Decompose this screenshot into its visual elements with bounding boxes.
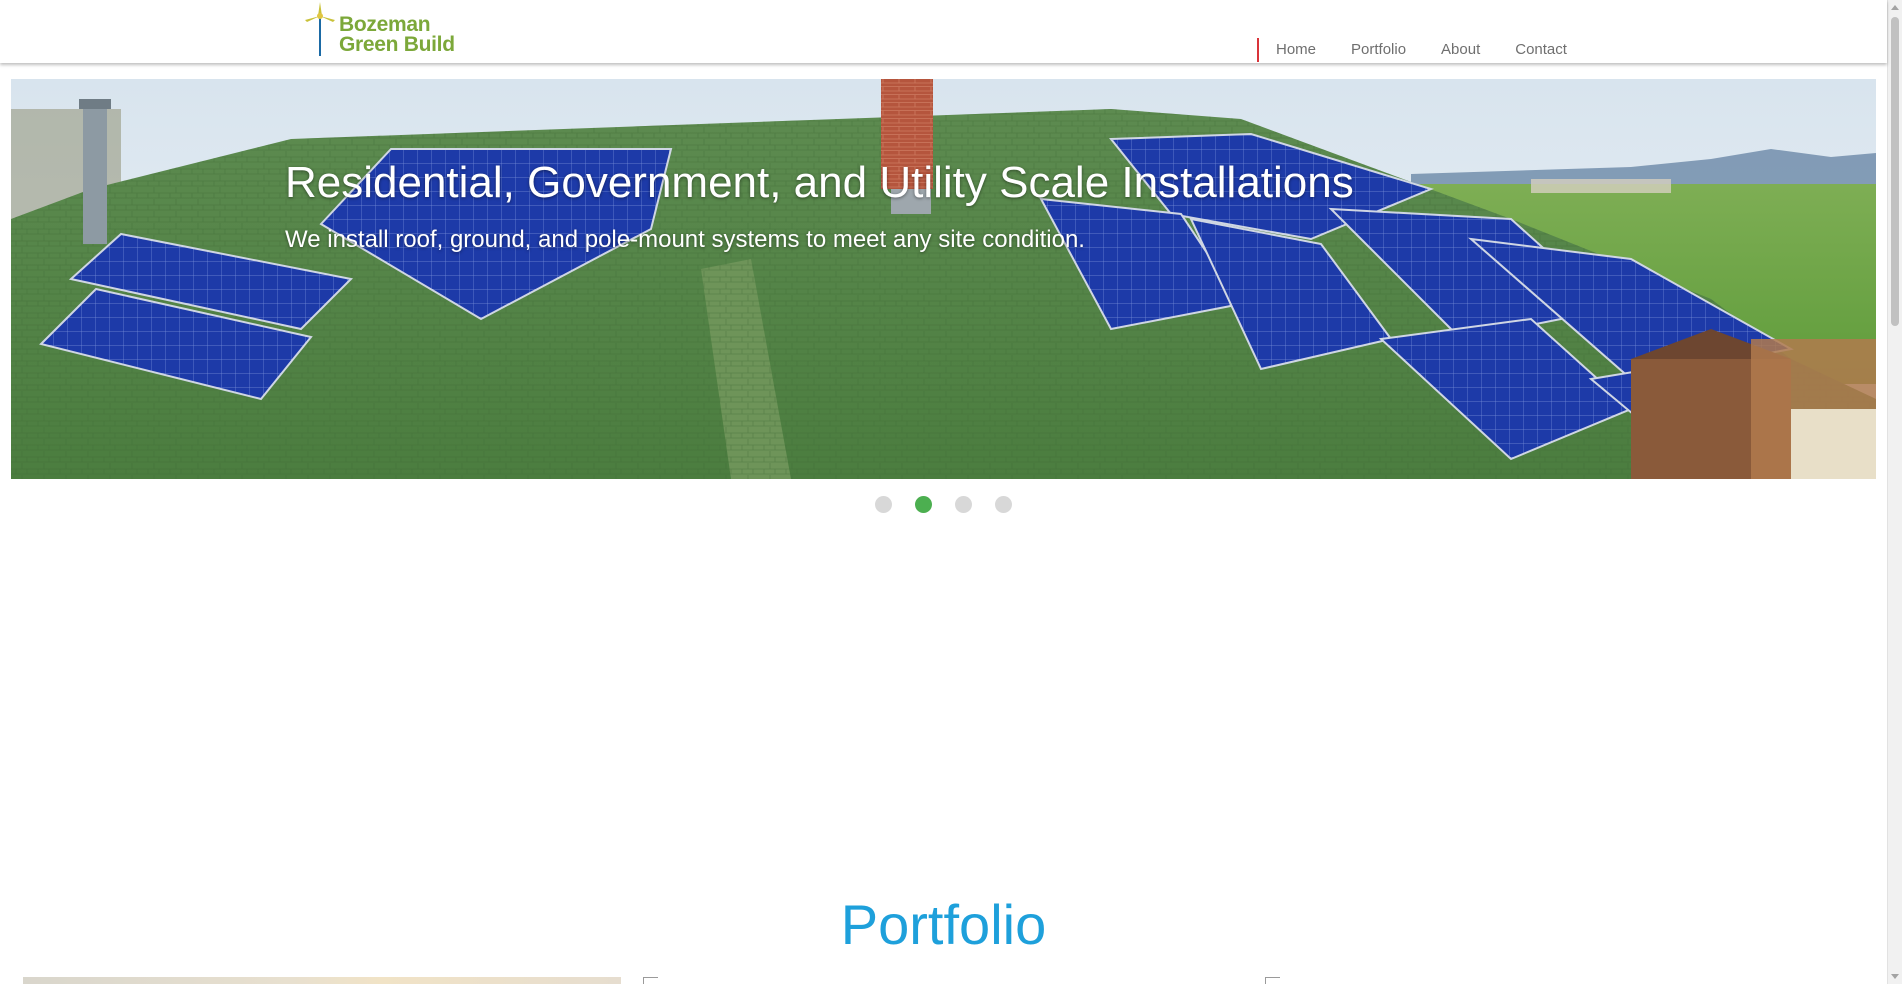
hero-title: Residential, Government, and Utility Sca… <box>285 158 1354 207</box>
scroll-thumb[interactable] <box>1891 17 1899 326</box>
logo[interactable]: Bozeman Green Build <box>303 2 463 56</box>
hero-slider[interactable]: Residential, Government, and Utility Sca… <box>11 79 1876 479</box>
portfolio-image-3[interactable] <box>1265 977 1280 984</box>
logo-line-2: Green Build <box>339 33 455 56</box>
slider-dot-2[interactable] <box>915 496 932 513</box>
logo-line-1: Bozeman <box>339 13 431 36</box>
wind-turbine-icon <box>305 2 335 56</box>
main-nav: Home Portfolio About Contact <box>1257 37 1567 62</box>
scroll-up-arrow-icon[interactable] <box>1891 5 1899 10</box>
portfolio-image-2[interactable] <box>643 977 658 984</box>
portfolio-image-1[interactable] <box>23 977 621 984</box>
logo-text: Bozeman Green Build <box>339 13 455 56</box>
nav-about-link[interactable]: About <box>1441 38 1480 62</box>
slider-dot-1[interactable] <box>875 496 892 513</box>
nav-active-marker <box>1257 37 1259 62</box>
portfolio-heading: Portfolio <box>840 893 1047 956</box>
site-header: Bozeman Green Build Home Portfolio About… <box>0 0 1887 63</box>
slider-dot-3[interactable] <box>955 496 972 513</box>
hero-subtitle: We install roof, ground, and pole-mount … <box>285 226 1085 253</box>
slider-dots <box>875 496 1035 513</box>
slider-dot-4[interactable] <box>995 496 1012 513</box>
page: Bozeman Green Build Home Portfolio About… <box>0 0 1902 984</box>
nav-home-link[interactable]: Home <box>1276 38 1316 62</box>
nav-portfolio-link[interactable]: Portfolio <box>1351 38 1406 62</box>
hero-image <box>11 79 1876 479</box>
nav-contact-link[interactable]: Contact <box>1515 38 1567 62</box>
scroll-down-arrow-icon[interactable] <box>1891 974 1899 979</box>
page-scrollbar[interactable] <box>1887 0 1902 984</box>
